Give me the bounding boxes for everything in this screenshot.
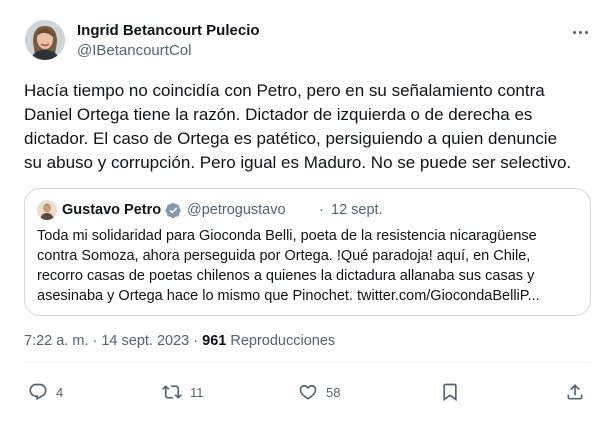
reply-button[interactable]: 4 [28, 380, 63, 404]
quoted-date: 12 sept. [331, 202, 383, 218]
retweet-button[interactable]: 11 [162, 380, 204, 404]
bookmark-button[interactable] [440, 380, 460, 404]
views-label: Reproducciones [226, 333, 336, 349]
tweet-timestamp[interactable]: 7:22 a. m. · 14 sept. 2023 · [24, 333, 202, 349]
views-count: 961 [202, 333, 227, 349]
share-icon [567, 384, 583, 400]
heart-icon [299, 384, 317, 400]
divider [24, 362, 591, 363]
like-count: 58 [326, 384, 341, 400]
quoted-separator: · [319, 202, 324, 218]
share-button[interactable] [565, 380, 585, 404]
retweet-icon [162, 385, 182, 399]
like-button[interactable]: 58 [298, 380, 340, 404]
author-handle[interactable]: @IBetancourtCol [77, 42, 191, 59]
quoted-author-avatar [37, 200, 57, 220]
quoted-text: Toda mi solidaridad para Gioconda Belli,… [37, 228, 540, 304]
quoted-author-name: Gustavo Petro [62, 202, 162, 218]
author-name[interactable]: Ingrid Betancourt Pulecio [77, 22, 260, 39]
bookmark-icon [443, 383, 457, 402]
quoted-tweet[interactable]: Gustavo Petro @petrogustavo · 12 sept. T… [24, 188, 591, 316]
quoted-author-handle: @petrogustavo [187, 202, 286, 218]
reply-count: 4 [56, 384, 64, 400]
tweet-meta: 7:22 a. m. · 14 sept. 2023 · 961 Reprodu… [24, 333, 335, 349]
reply-icon [29, 383, 47, 401]
more-icon[interactable] [568, 20, 592, 44]
retweet-count: 11 [190, 384, 204, 400]
author-avatar[interactable] [25, 20, 65, 60]
tweet: Ingrid Betancourt Pulecio @IBetancourtCo… [0, 0, 609, 422]
tweet-text: Hacía tiempo no coincidía con Petro, per… [24, 81, 572, 172]
verified-badge-icon [165, 202, 181, 219]
